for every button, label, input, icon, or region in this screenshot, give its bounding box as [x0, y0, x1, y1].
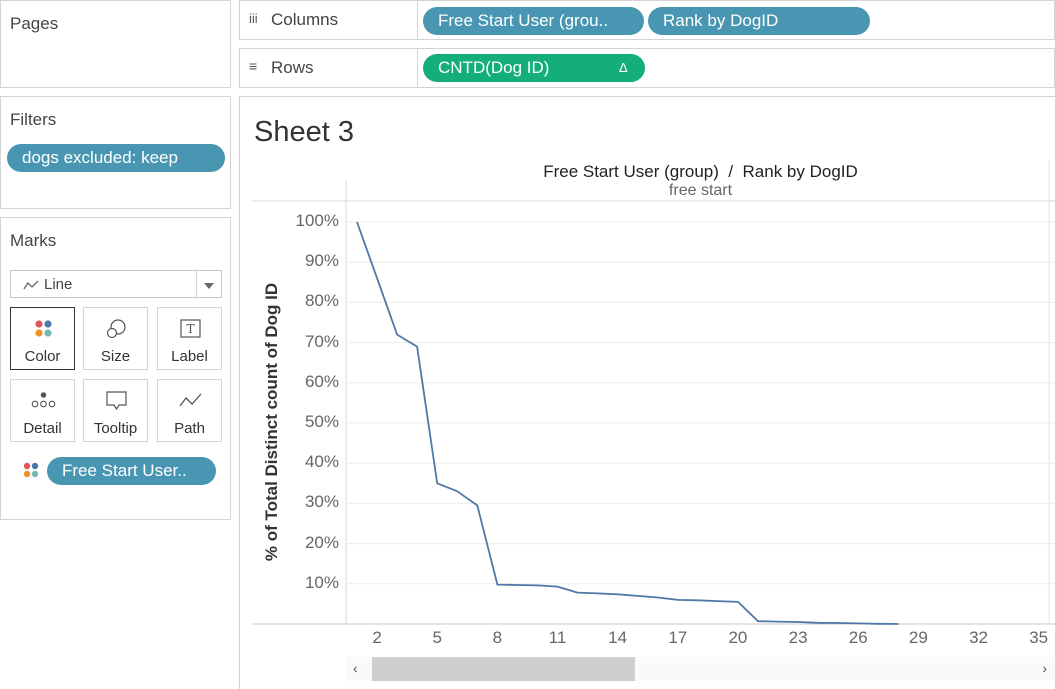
- rows-shelf-label-area: ≡ Rows: [240, 49, 418, 87]
- y-tick-label: 100%: [295, 211, 339, 230]
- tooltip-button[interactable]: Tooltip: [83, 379, 148, 442]
- rows-icon: ≡: [249, 58, 258, 74]
- size-button-label: Size: [100, 348, 131, 365]
- detail-button[interactable]: Detail: [10, 379, 75, 442]
- size-circles-icon: [106, 319, 126, 339]
- x-tick-label: 32: [969, 628, 988, 647]
- line-mark-icon: [23, 280, 39, 290]
- x-tick-label: 23: [788, 628, 808, 647]
- color-button[interactable]: Color: [10, 307, 75, 370]
- columns-shelf-label-area: iii Columns: [240, 1, 418, 39]
- columns-pill-free-start-user[interactable]: Free Start User (grou..: [423, 7, 644, 35]
- y-tick-label: 60%: [304, 371, 339, 391]
- scroll-left-icon[interactable]: ‹: [353, 660, 358, 676]
- column-header-title: Free Start User (group) / Rank by DogID: [543, 162, 858, 181]
- detail-dots-icon: [31, 392, 56, 408]
- tooltip-button-label: Tooltip: [93, 420, 138, 437]
- label-button-label: Label: [171, 348, 208, 365]
- filters-card: Filters dogs excluded: keep: [0, 96, 231, 209]
- detail-button-label: Detail: [23, 420, 62, 437]
- y-tick-label: 50%: [304, 412, 339, 431]
- color-encoding-icon: [23, 462, 39, 478]
- columns-label: Columns: [271, 10, 339, 29]
- mark-type-label: Line: [44, 276, 73, 293]
- y-tick-label: 80%: [304, 291, 339, 311]
- horizontal-scrollbar[interactable]: ‹ ›: [346, 657, 1055, 681]
- x-tick-label: 5: [432, 628, 442, 647]
- sheet-title: Sheet 3: [254, 116, 354, 148]
- y-tick-label: 30%: [304, 492, 339, 512]
- color-field-pill[interactable]: Free Start User..: [47, 457, 216, 485]
- mark-type-dropdown[interactable]: Line: [10, 270, 222, 298]
- pages-title: Pages: [10, 14, 59, 33]
- dropdown-divider: [196, 271, 197, 297]
- y-tick-label: 40%: [304, 452, 339, 472]
- y-tick-label: 10%: [304, 572, 339, 592]
- y-axis: 100% 90% 80% 70% 60% 50% 40% 30% 20% 10%: [272, 200, 339, 630]
- x-tick-label: 29: [908, 628, 928, 647]
- path-line-icon: [179, 393, 202, 407]
- columns-pill-rank-by-dogid[interactable]: Rank by DogID: [648, 7, 870, 35]
- table-calc-delta-icon: Δ: [619, 60, 628, 75]
- columns-icon: iii: [249, 11, 258, 26]
- rows-pill-text: CNTD(Dog ID): [438, 58, 550, 77]
- chevron-down-icon: [204, 283, 214, 289]
- pane-header-label: free start: [668, 182, 733, 199]
- y-tick-label: 20%: [304, 532, 339, 552]
- x-tick-label: 26: [848, 628, 868, 647]
- size-button[interactable]: Size: [83, 307, 148, 370]
- y-tick-label: 90%: [304, 251, 339, 271]
- scrollbar-thumb[interactable]: [372, 657, 635, 681]
- rows-shelf: ≡ Rows CNTD(Dog ID) Δ: [239, 48, 1055, 88]
- color-dots-icon: [35, 320, 52, 337]
- path-button-label: Path: [174, 420, 205, 437]
- x-axis: 2 5 8 11 14 17 20 23 26 29 32 35: [346, 624, 1055, 654]
- label-t-icon: T: [180, 319, 201, 338]
- x-tick-label: 35: [1029, 628, 1049, 647]
- x-tick-label: 2: [372, 628, 382, 647]
- x-tick-label: 8: [492, 628, 503, 647]
- marks-title: Marks: [10, 231, 57, 250]
- rows-label: Rows: [271, 58, 314, 77]
- svg-text:T: T: [186, 322, 194, 336]
- x-tick-label: 20: [728, 628, 748, 647]
- chart-container: Free Start User (group) / Rank by DogID …: [252, 160, 1055, 630]
- marks-card: Marks Line Color Size T Label Detail Too…: [0, 217, 231, 520]
- x-tick-label: 14: [608, 628, 628, 647]
- columns-shelf: iii Columns Free Start User (grou.. Rank…: [239, 0, 1055, 40]
- x-tick-label: 11: [548, 628, 567, 647]
- x-tick-label: 17: [668, 628, 688, 647]
- scroll-right-icon[interactable]: ›: [1042, 660, 1047, 676]
- filter-pill-dogs-excluded[interactable]: dogs excluded: keep: [7, 144, 225, 172]
- rows-pill-cntd-dog-id[interactable]: CNTD(Dog ID) Δ: [423, 54, 645, 82]
- y-tick-label: 70%: [304, 331, 339, 351]
- path-button[interactable]: Path: [157, 379, 222, 442]
- tooltip-bubble-icon: [106, 391, 127, 411]
- filters-title: Filters: [10, 110, 57, 129]
- label-button[interactable]: T Label: [157, 307, 222, 370]
- pages-card: Pages: [0, 0, 231, 88]
- color-button-label: Color: [24, 348, 61, 365]
